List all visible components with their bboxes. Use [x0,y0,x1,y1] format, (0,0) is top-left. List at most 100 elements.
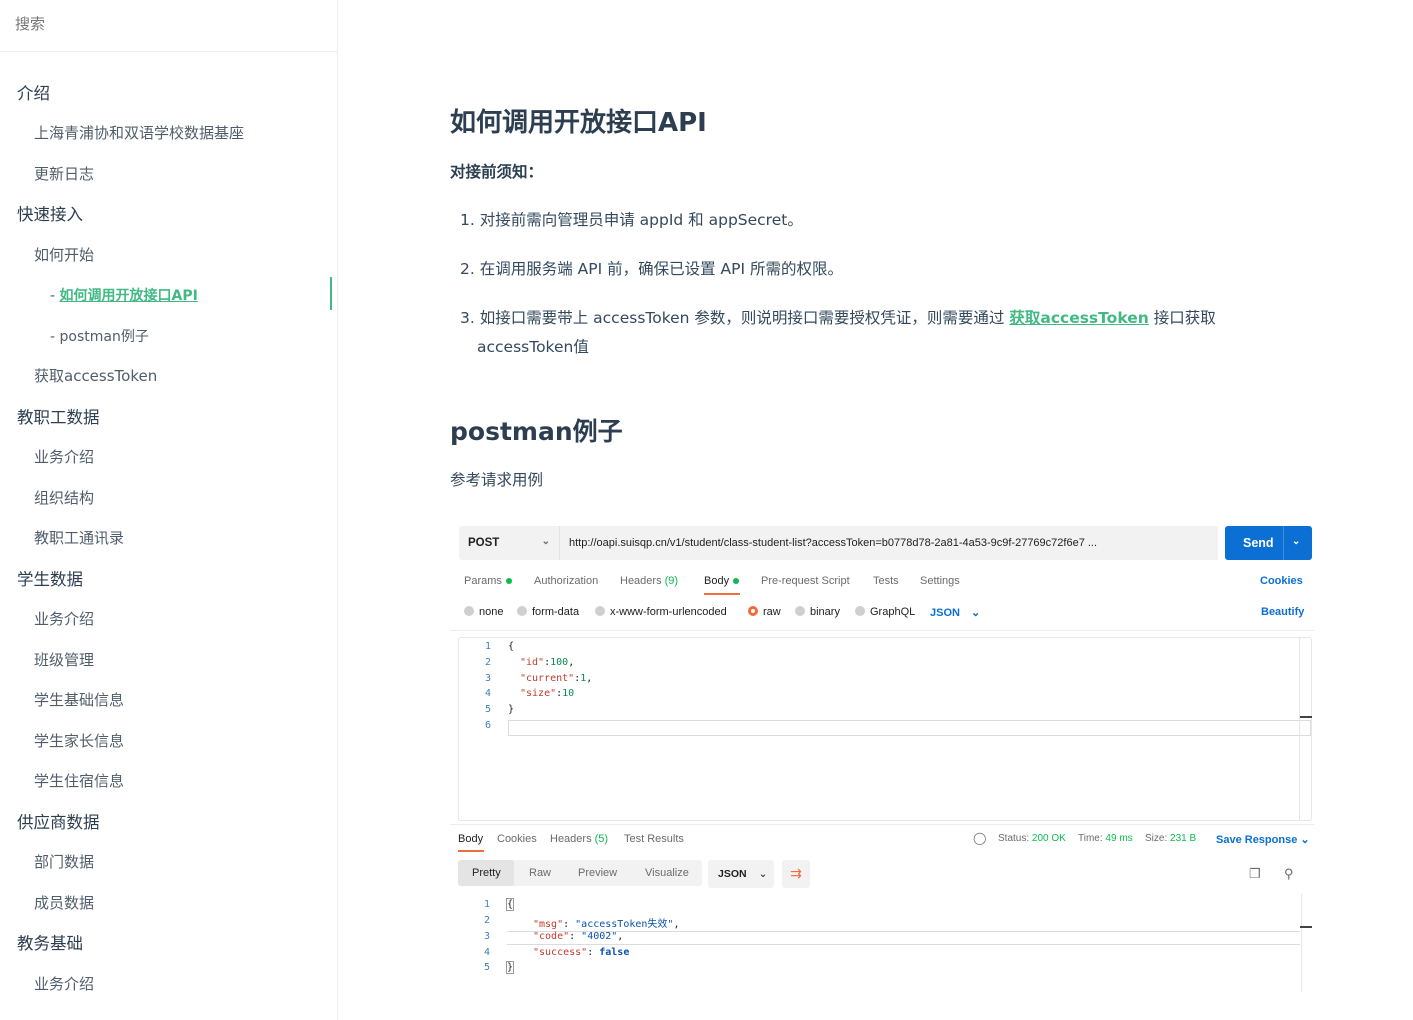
request-body-editor[interactable]: 1 2 3 4 5 6 { "id":100, "current":1, "si… [458,637,1312,821]
line-number: 4 [484,688,491,699]
copy-icon[interactable]: ❐ [1249,866,1261,882]
sidebar-item-department-data[interactable]: 部门数据 [34,851,94,872]
code-line: "current":1, [520,673,592,684]
sidebar-item-student-parent-info[interactable]: 学生家长信息 [34,730,124,751]
radio-label: raw [763,606,781,618]
sidebar-item-how-to-start[interactable]: 如何开始 [34,244,94,265]
sidebar-item-student-dorm-info[interactable]: 学生住宿信息 [34,770,124,791]
tab-settings[interactable]: Settings [920,575,960,587]
sidebar-item-org-structure[interactable]: 组织结构 [34,487,94,508]
format-label: JSON [930,607,960,619]
code-line: "msg": "accessToken失效", [533,915,679,930]
sidebar-item-student-data[interactable]: 学生数据 [17,566,83,590]
page-title: 如何调用开放接口API [450,108,707,138]
code-brace: { [508,641,515,652]
tab-response-body[interactable]: Body [458,833,483,845]
json-value: false [599,947,630,958]
line-number: 2 [484,657,491,668]
sidebar: 介绍 上海青浦协和双语学校数据基座 更新日志 快速接入 如何开始 - 如何调用开… [0,0,338,1020]
sidebar-item-academic-basics[interactable]: 教务基础 [17,930,83,954]
sidebar-item-student-basic-info[interactable]: 学生基础信息 [34,689,124,710]
scroll-thumb[interactable] [1300,716,1312,718]
radio-raw[interactable]: raw [748,606,781,618]
tab-tests[interactable]: Tests [873,575,899,587]
cookies-link[interactable]: Cookies [1260,575,1303,587]
sidebar-item-intro[interactable]: 介绍 [17,80,50,104]
tab-label: Headers [550,833,592,845]
sidebar-item-supplier-data[interactable]: 供应商数据 [17,809,100,833]
tab-params[interactable]: Params [464,575,512,587]
json-key: "msg" [533,919,564,930]
view-visualize[interactable]: Visualize [645,867,689,879]
list-text: 对接前需向管理员申请 appId 和 appSecret。 [479,211,803,229]
radio-urlencoded[interactable]: x-www-form-urlencoded [595,606,727,618]
headers-count: (5) [594,833,609,845]
radio-graphql[interactable]: GraphQL [855,606,915,618]
chevron-down-icon: ⌄ [541,536,550,547]
send-label: Send [1243,536,1274,550]
tab-response-headers[interactable]: Headers (5) [550,833,608,845]
scroll-thumb[interactable] [1300,926,1312,928]
sidebar-item-quick-start[interactable]: 快速接入 [17,201,83,225]
radio-icon [464,606,474,616]
save-response-button[interactable]: Save Response ⌄ [1216,833,1310,846]
tab-label: Params [464,575,502,587]
tab-body[interactable]: Body [704,575,740,587]
sidebar-item-postman-example[interactable]: - postman例子 [50,326,149,346]
search-icon[interactable]: ⚲ [1284,866,1294,882]
sidebar-item-staff-business-intro[interactable]: 业务介绍 [34,446,94,467]
list-text: 如接口需要带上 accessToken 参数，则说明接口需要授权凭证，则需要通过 [479,309,1010,327]
method-select[interactable]: POST ⌄ [459,526,559,560]
current-line-highlight [508,720,1311,736]
response-body-viewer[interactable]: 1 2 3 4 5 { "msg": "accessToken失效", "cod… [458,894,1312,992]
radio-binary[interactable]: binary [795,606,840,618]
view-raw[interactable]: Raw [529,867,551,879]
view-pretty[interactable]: Pretty [472,867,501,879]
divider [450,630,1314,631]
beautify-link[interactable]: Beautify [1261,606,1304,618]
line-number: 3 [484,673,491,684]
editor-scrollbar[interactable] [1299,638,1300,820]
line-number: 2 [483,915,490,926]
sidebar-item-staff-data[interactable]: 教职工数据 [17,404,100,428]
view-preview[interactable]: Preview [578,867,617,879]
sidebar-item-school-data-base[interactable]: 上海青浦协和双语学校数据基座 [34,122,244,143]
sidebar-item-member-data[interactable]: 成员数据 [34,892,94,913]
get-access-token-link[interactable]: 获取accessToken [1009,309,1148,327]
tab-headers[interactable]: Headers (9) [620,575,678,587]
wrap-lines-icon[interactable]: ⇉ [782,860,810,888]
url-input[interactable]: http://oapi.suisqp.cn/v1/student/class-s… [559,526,1218,560]
code-line: "code": "4002", [533,931,623,942]
tab-response-cookies[interactable]: Cookies [497,833,537,845]
body-format-select[interactable]: JSON ⌄ [930,606,980,619]
json-key: "success" [533,947,588,958]
sidebar-item-label: 如何调用开放接口API [59,288,198,304]
size-label: Size: [1145,833,1168,844]
radio-none[interactable]: none [464,606,503,618]
tab-prerequest-script[interactable]: Pre-request Script [761,575,850,587]
radio-form-data[interactable]: form-data [517,606,579,618]
json-value: 100 [550,657,569,668]
response-format-select[interactable]: JSON ⌄ [708,860,774,888]
sidebar-item-call-open-api[interactable]: - 如何调用开放接口API [50,285,198,305]
search-input[interactable] [15,15,315,33]
sidebar-item-staff-directory[interactable]: 教职工通讯录 [34,527,124,548]
send-button[interactable]: Send ⌄ [1225,526,1312,560]
postman-example-heading: postman例子 [450,417,623,446]
sidebar-item-student-business-intro[interactable]: 业务介绍 [34,608,94,629]
tab-label: Headers [620,575,662,587]
list-text-continuation: accessToken值 [477,338,589,356]
json-key: "size" [520,688,557,699]
sidebar-item-class-management[interactable]: 班级管理 [34,649,94,670]
sidebar-item-changelog[interactable]: 更新日志 [34,163,94,184]
code-brace: } [505,961,515,974]
chevron-down-icon[interactable]: ⌄ [1292,536,1300,547]
tab-test-results[interactable]: Test Results [624,833,684,845]
tab-authorization[interactable]: Authorization [534,575,598,587]
globe-icon: ◯ [973,831,987,845]
view-mode-switch: Pretty Raw Preview Visualize [458,860,702,886]
sidebar-item-academic-business-intro[interactable]: 业务介绍 [34,973,94,994]
viewer-scrollbar[interactable] [1301,894,1302,992]
sidebar-item-get-access-token[interactable]: 获取accessToken [34,365,157,386]
notice-heading: 对接前须知： [450,163,544,181]
